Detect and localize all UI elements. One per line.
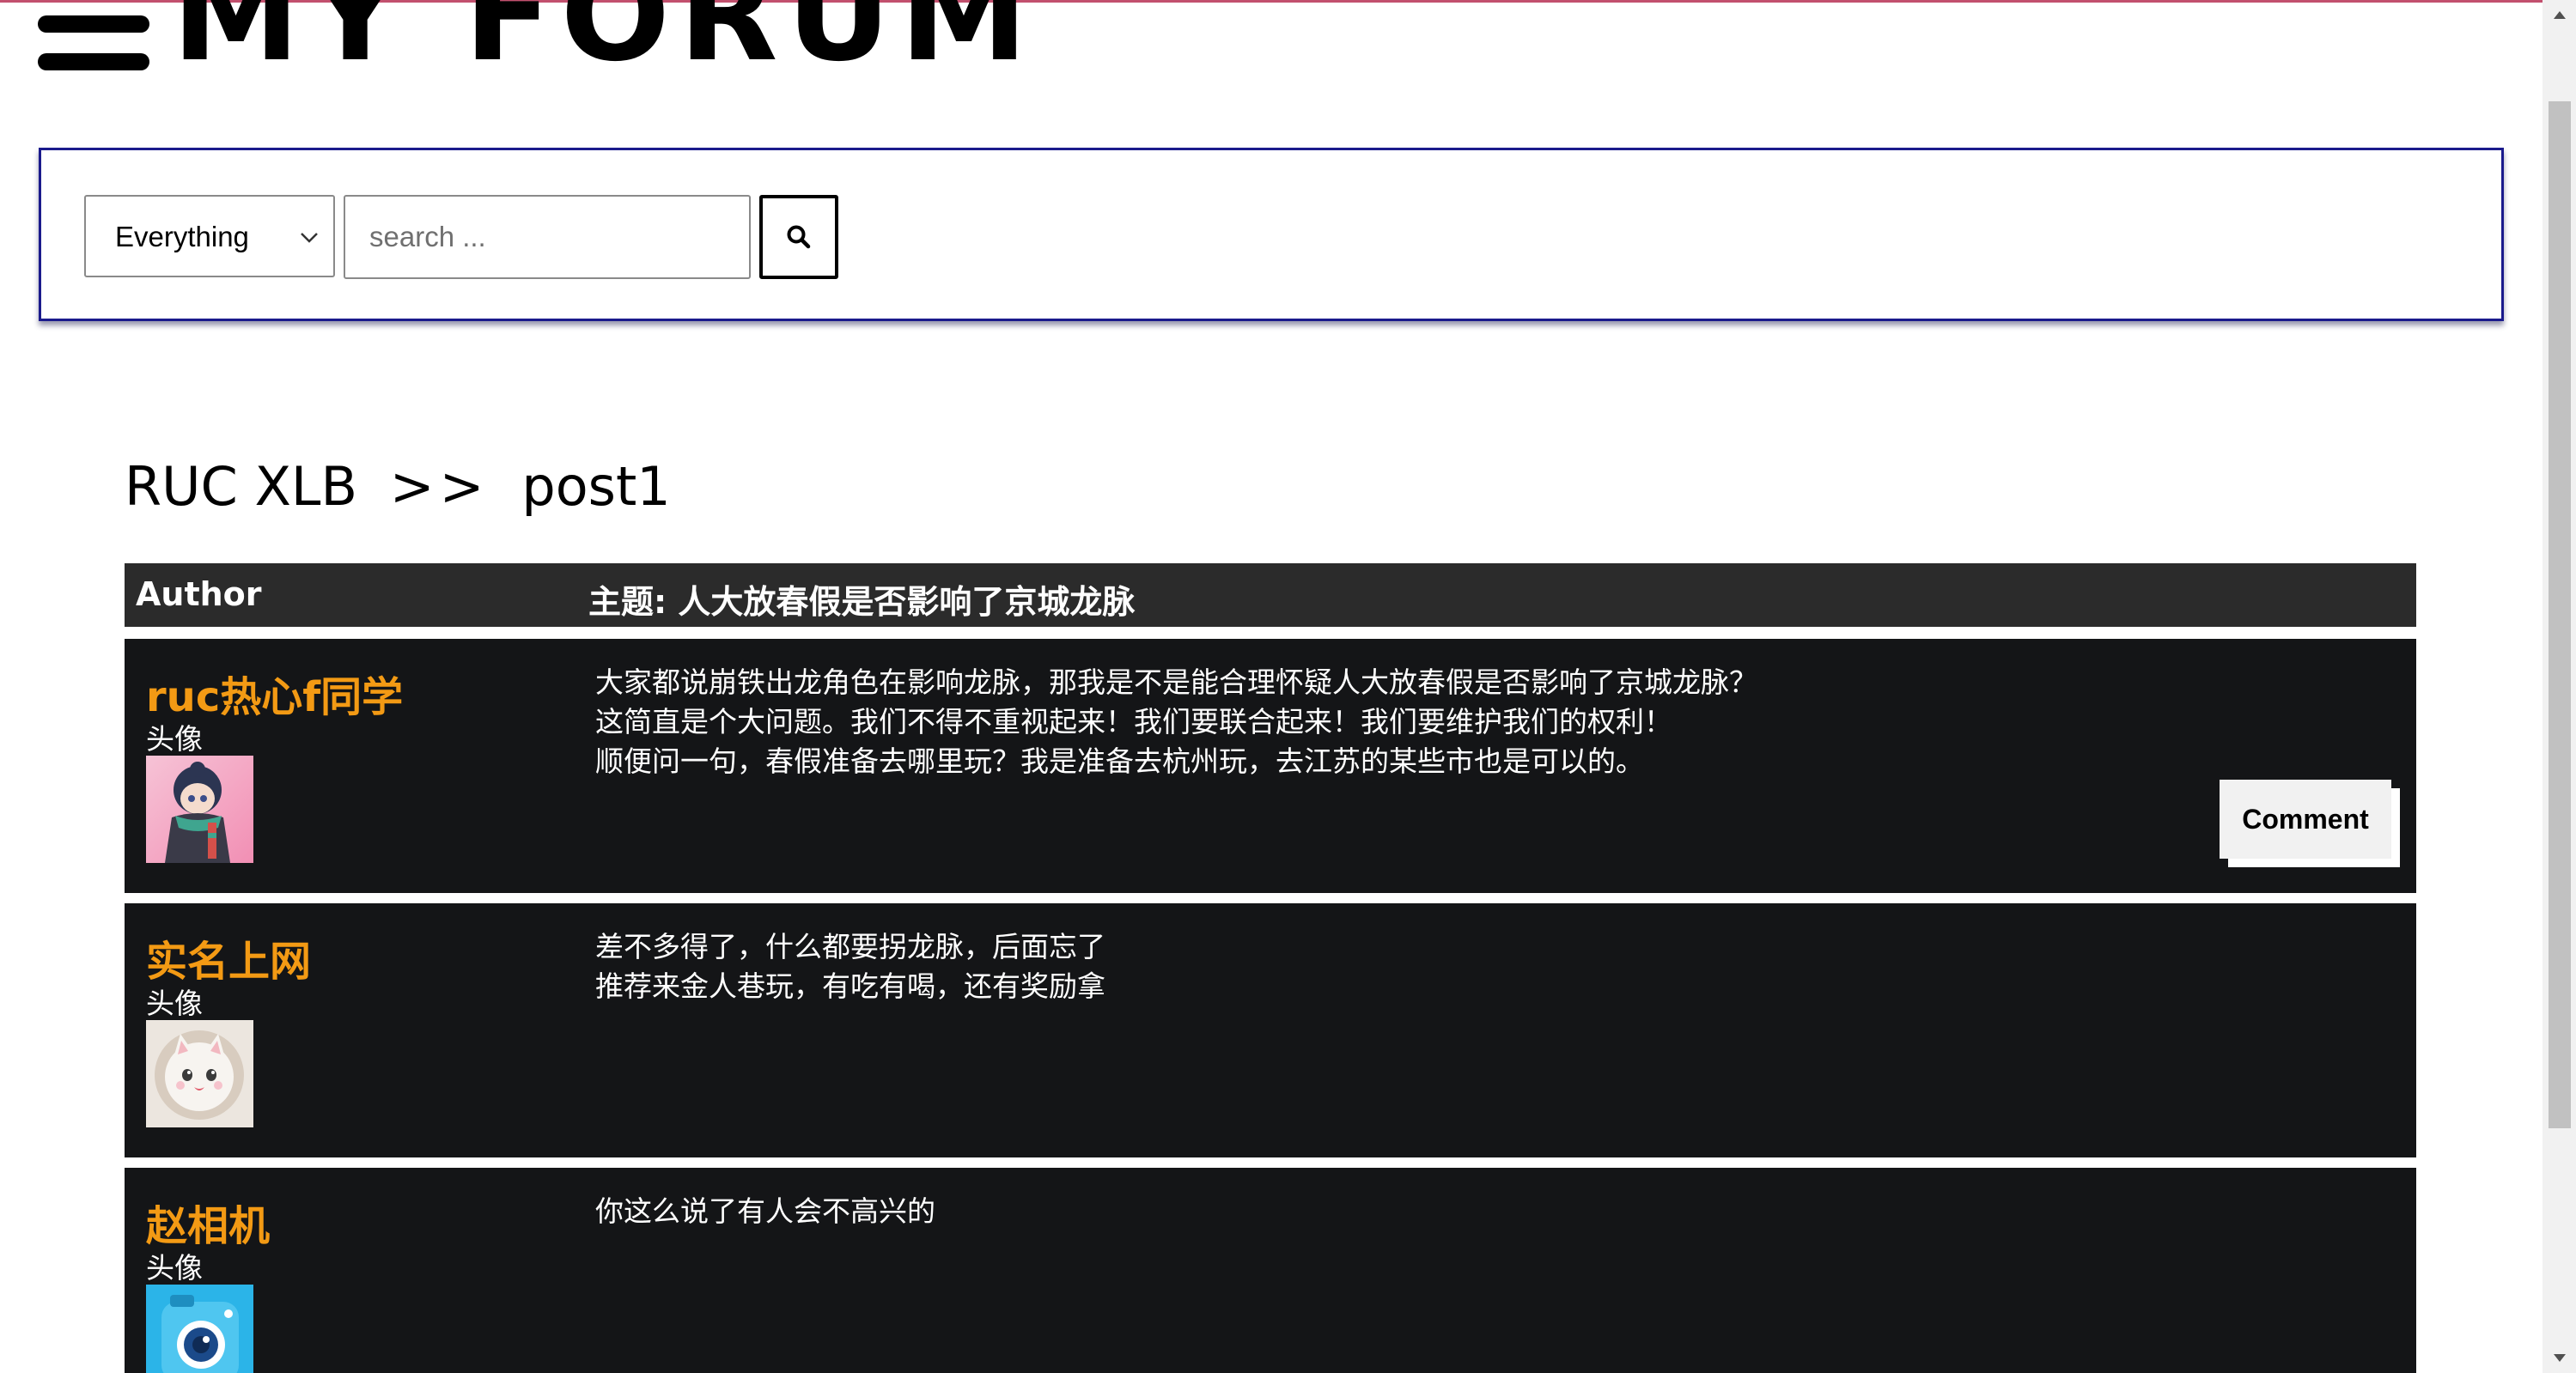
post-row: 赵相机 头像 你这么说了有人会不高兴的: [125, 1168, 2416, 1373]
chevron-down-icon: [301, 233, 318, 243]
post-row: 实名上网 头像 差不多得了，什么都要拐龙脉，后面忘了 推荐来金人巷玩，有吃有喝，…: [125, 903, 2416, 1157]
avatar[interactable]: [146, 756, 253, 863]
comment-button[interactable]: Comment: [2220, 780, 2391, 859]
breadcrumb-separator: >>: [389, 455, 490, 518]
breadcrumb-board[interactable]: RUC XLB: [125, 455, 357, 518]
search-panel: Everything: [39, 148, 2504, 321]
search-input[interactable]: [344, 195, 751, 279]
breadcrumb: RUC XLB >> post1: [125, 455, 671, 518]
post-line: 差不多得了，什么都要拐龙脉，后面忘了: [595, 930, 1105, 963]
avatar[interactable]: [146, 1020, 253, 1127]
avatar-cat-image: [146, 1020, 253, 1127]
breadcrumb-post: post1: [521, 455, 671, 518]
site-logo[interactable]: MY FORUM: [172, 0, 1037, 80]
author-column-header: Author: [136, 575, 262, 613]
search-scope-select[interactable]: Everything: [84, 195, 335, 277]
post-row: ruc热心f同学 头像 大家都说崩铁出龙角色在影响龙脉，那我是不是能合理怀疑人大…: [125, 639, 2416, 893]
avatar-camera-image: [146, 1285, 253, 1373]
forum-page: MY FORUM Everything RUC XLB >> post1 Aut…: [0, 0, 2576, 1373]
post-line: 你这么说了有人会不高兴的: [595, 1194, 935, 1228]
author-name[interactable]: 赵相机: [146, 1192, 270, 1252]
avatar-girl-image: [146, 756, 253, 863]
hamburger-bar: [38, 53, 149, 70]
scroll-up-arrow-icon[interactable]: [2551, 7, 2568, 24]
post-content: 你这么说了有人会不高兴的: [595, 1192, 935, 1231]
scrollbar-thumb[interactable]: [2549, 101, 2571, 1128]
post-content: 大家都说崩铁出龙角色在影响龙脉，那我是不是能合理怀疑人大放春假是否影响了京城龙脉…: [595, 663, 1757, 781]
vertical-scrollbar[interactable]: [2543, 0, 2576, 1373]
avatar-label: 头像: [146, 1251, 203, 1285]
avatar[interactable]: [146, 1285, 253, 1373]
author-name[interactable]: 实名上网: [146, 927, 311, 987]
topic-column-header: 主题: 人大放春假是否影响了京城龙脉: [588, 583, 1136, 621]
scroll-down-arrow-icon[interactable]: [2551, 1349, 2568, 1366]
search-button[interactable]: [759, 195, 838, 279]
hamburger-bar: [38, 15, 149, 33]
post-line: 推荐来金人巷玩，有吃有喝，还有奖励拿: [595, 969, 1105, 1003]
avatar-label: 头像: [146, 987, 203, 1020]
search-scope-value: Everything: [115, 221, 249, 252]
hamburger-menu-icon[interactable]: [38, 0, 149, 72]
table-header: Author 主题: 人大放春假是否影响了京城龙脉: [125, 563, 2416, 627]
avatar-label: 头像: [146, 722, 203, 756]
post-line: 大家都说崩铁出龙角色在影响龙脉，那我是不是能合理怀疑人大放春假是否影响了京城龙脉…: [595, 665, 1757, 699]
author-name[interactable]: ruc热心f同学: [146, 663, 403, 723]
post-content: 差不多得了，什么都要拐龙脉，后面忘了 推荐来金人巷玩，有吃有喝，还有奖励拿: [595, 927, 1105, 1006]
post-line: 这简直是个大问题。我们不得不重视起来！我们要联合起来！我们要维护我们的权利！: [595, 705, 1672, 738]
search-icon: [787, 225, 811, 249]
post-line: 顺便问一句，春假准备去哪里玩？我是准备去杭州玩，去江苏的某些市也是可以的。: [595, 744, 1644, 778]
